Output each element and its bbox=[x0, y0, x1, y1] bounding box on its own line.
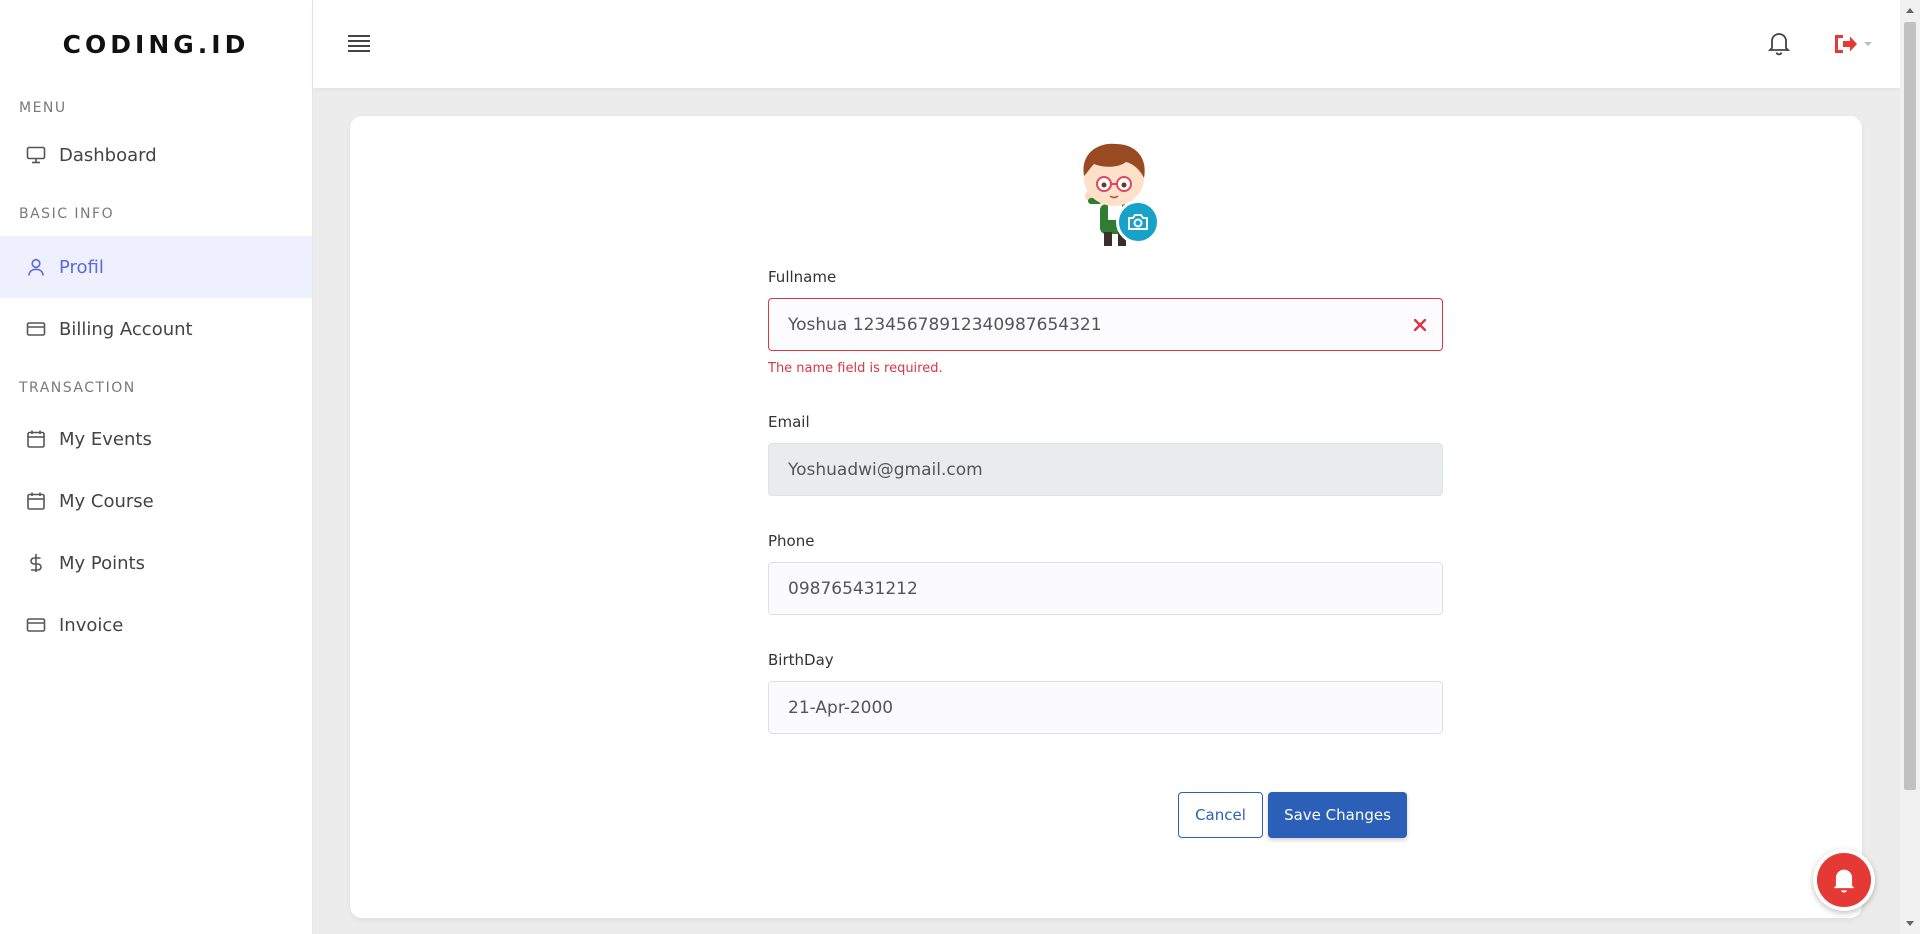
fullname-error-message: The name field is required. bbox=[768, 361, 943, 376]
section-title-basic-info: BASIC INFO bbox=[19, 206, 115, 222]
email-value: Yoshuadwi@gmail.com bbox=[788, 459, 983, 480]
credit-card-icon bbox=[25, 318, 47, 340]
email-label: Email bbox=[768, 413, 810, 431]
sidebar-item-dashboard[interactable]: Dashboard bbox=[0, 124, 312, 186]
section-title-menu: MENU bbox=[19, 100, 67, 116]
phone-input[interactable]: 098765431212 bbox=[768, 562, 1443, 615]
sidebar-item-label: My Points bbox=[59, 552, 145, 574]
chevron-down-icon bbox=[1864, 42, 1872, 46]
phone-field-group: Phone 098765431212 bbox=[768, 532, 1443, 615]
birthday-input[interactable]: 21-Apr-2000 bbox=[768, 681, 1443, 734]
phone-value: 098765431212 bbox=[788, 578, 918, 599]
bell-icon[interactable] bbox=[1767, 30, 1791, 56]
section-title-transaction: TRANSACTION bbox=[19, 380, 136, 396]
sidebar-item-label: Billing Account bbox=[59, 318, 193, 340]
credit-card-icon bbox=[25, 614, 47, 636]
sidebar-item-label: Invoice bbox=[59, 614, 124, 636]
bell-icon bbox=[1817, 853, 1871, 907]
email-input[interactable]: Yoshuadwi@gmail.com bbox=[768, 443, 1443, 496]
fullname-value: Yoshua 12345678912340987654321 bbox=[788, 314, 1102, 335]
fullname-input[interactable]: Yoshua 12345678912340987654321 bbox=[768, 298, 1443, 351]
fullname-field-group: Fullname Yoshua 12345678912340987654321 … bbox=[768, 268, 1443, 376]
calendar-icon bbox=[25, 490, 47, 512]
birthday-value: 21-Apr-2000 bbox=[788, 697, 894, 718]
sidebar-item-my-course[interactable]: My Course bbox=[0, 470, 312, 532]
calendar-icon bbox=[25, 428, 47, 450]
fullname-label: Fullname bbox=[768, 268, 837, 286]
error-x-icon bbox=[1410, 315, 1430, 335]
hamburger-icon[interactable] bbox=[348, 34, 370, 52]
profile-card: Fullname Yoshua 12345678912340987654321 … bbox=[350, 116, 1862, 918]
camera-icon[interactable] bbox=[1116, 200, 1160, 244]
birthday-label: BirthDay bbox=[768, 651, 834, 669]
scroll-up-arrow-icon[interactable] bbox=[1906, 8, 1914, 13]
sidebar-item-my-events[interactable]: My Events bbox=[0, 408, 312, 470]
sidebar-item-profil[interactable]: Profil bbox=[0, 236, 312, 298]
sidebar-item-label: My Events bbox=[59, 428, 152, 450]
sidebar-item-my-points[interactable]: My Points bbox=[0, 532, 312, 594]
monitor-icon bbox=[25, 144, 47, 166]
sidebar-item-label: Profil bbox=[59, 256, 104, 278]
sidebar-item-label: My Course bbox=[59, 490, 154, 512]
phone-label: Phone bbox=[768, 532, 815, 550]
cancel-button[interactable]: Cancel bbox=[1178, 792, 1263, 838]
sidebar-item-label: Dashboard bbox=[59, 144, 157, 166]
dollar-icon bbox=[25, 552, 47, 574]
notification-fab[interactable] bbox=[1813, 849, 1875, 911]
top-header bbox=[313, 0, 1900, 88]
brand-logo[interactable]: CODING.ID bbox=[0, 0, 312, 88]
logout-icon[interactable] bbox=[1832, 32, 1872, 56]
sidebar-item-invoice[interactable]: Invoice bbox=[0, 594, 312, 656]
sidebar: CODING.ID MENU Dashboard BASIC INFO Prof… bbox=[0, 0, 313, 934]
email-field-group: Email Yoshuadwi@gmail.com bbox=[768, 413, 1443, 496]
user-icon bbox=[25, 256, 47, 278]
scroll-down-arrow-icon[interactable] bbox=[1906, 921, 1914, 926]
sidebar-item-billing-account[interactable]: Billing Account bbox=[0, 298, 312, 360]
scrollbar-thumb[interactable] bbox=[1904, 22, 1916, 790]
save-changes-button[interactable]: Save Changes bbox=[1268, 792, 1407, 838]
vertical-scrollbar[interactable] bbox=[1900, 0, 1920, 934]
birthday-field-group: BirthDay 21-Apr-2000 bbox=[768, 651, 1443, 734]
